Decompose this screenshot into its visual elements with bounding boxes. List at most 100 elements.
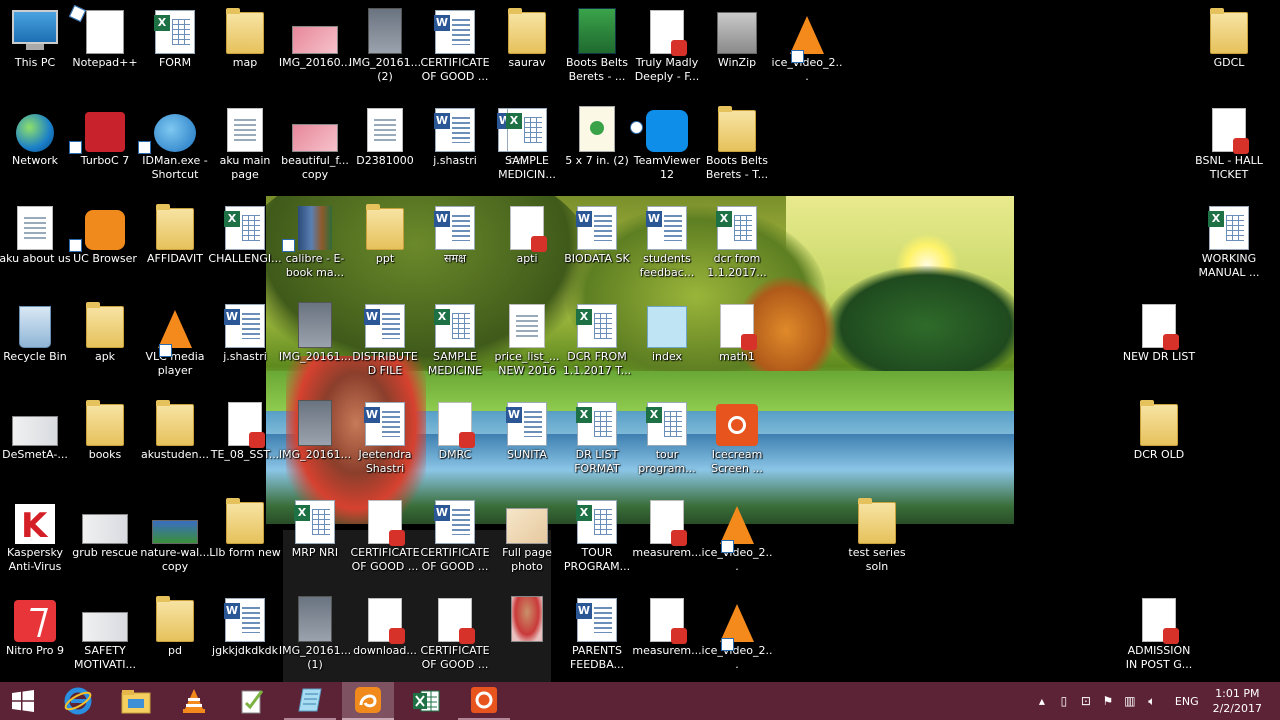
desktop-icon[interactable]: PARENTS FEEDBA...	[562, 592, 632, 688]
desktop-icon[interactable]: 5 x 7 in. (2)	[562, 102, 632, 198]
desktop-icon[interactable]: IMG_20161...	[279, 298, 351, 394]
file-explorer-button[interactable]	[110, 682, 162, 720]
desktop-icon[interactable]: TOUR PROGRAM...	[562, 494, 632, 590]
desktop-icon[interactable]: Icecream Screen ...	[702, 396, 772, 492]
desktop-icon[interactable]: IDMan.exe - Shortcut	[138, 102, 210, 198]
show-hidden-icons-chevron-icon[interactable]: ▴	[1033, 692, 1051, 710]
desktop-icon[interactable]: BIODATA SK	[562, 200, 632, 296]
desktop-icon[interactable]: CERTIFICATE OF GOOD ...	[420, 592, 490, 688]
desktop-icon[interactable]: NEW DR LIST	[1123, 298, 1195, 394]
desktop-icon[interactable]: IMG_20161...	[279, 396, 351, 492]
desktop-icon[interactable]: DCR OLD	[1124, 396, 1194, 492]
desktop-icon[interactable]: tour program...	[632, 396, 702, 492]
desktop-icon[interactable]: Kaspersky Anti-Virus	[0, 494, 70, 590]
desktop-icon[interactable]: IMG_20161... (2)	[349, 4, 421, 100]
desktop-icon[interactable]: nature-wal... copy	[140, 494, 210, 590]
desktop-icon[interactable]: CERTIFICATE OF GOOD ...	[420, 4, 490, 100]
desktop-icon[interactable]: Boots Belts Berets - T...	[702, 102, 772, 198]
desktop-icon[interactable]: beautiful_f... copy	[280, 102, 350, 198]
desktop-icon[interactable]: FORM	[140, 4, 210, 100]
desktop-icon[interactable]: measurem...	[632, 592, 702, 688]
desktop-icon[interactable]: DMRC	[420, 396, 490, 492]
desktop-icon[interactable]: SAMPLE MEDICIN...	[492, 102, 562, 198]
desktop-icon[interactable]: SAMPLE MEDICINE	[420, 298, 490, 394]
desktop-icon[interactable]: map	[210, 4, 280, 100]
desktop-icon[interactable]: apti	[492, 200, 562, 296]
excel-taskbar-button[interactable]	[400, 682, 452, 720]
desktop-icon[interactable]: jgkkjdkdkdk	[210, 592, 280, 688]
desktop-icon[interactable]: Jeetendra Shastri	[350, 396, 420, 492]
icecream-taskbar-button[interactable]	[458, 682, 510, 720]
tray-app-icon[interactable]: ⊡	[1077, 692, 1095, 710]
desktop-icon[interactable]: Notepad++	[70, 4, 140, 100]
desktop-icon[interactable]: Recycle Bin	[0, 298, 70, 394]
desktop-icon[interactable]: Full page photo	[492, 494, 562, 590]
desktop-icon[interactable]: saurav	[492, 4, 562, 100]
uc-browser-taskbar-button[interactable]	[342, 682, 394, 720]
desktop-icon[interactable]: j.shastri	[210, 298, 280, 394]
desktop-icon[interactable]: SUNITA	[492, 396, 562, 492]
action-center-flag-icon[interactable]: ⚑	[1099, 692, 1117, 710]
desktop-icon[interactable]: measurem...	[632, 494, 702, 590]
desktop-icon[interactable]: j.shastri	[420, 102, 490, 198]
input-language-indicator[interactable]: ENG	[1175, 695, 1199, 708]
desktop-icon[interactable]: IMG_20160...	[279, 4, 351, 100]
desktop-icon[interactable]: TeamViewer 12	[630, 102, 702, 198]
desktop-icon[interactable]: ppt	[350, 200, 420, 296]
desktop-icon[interactable]: BSNL - HALL TICKET	[1194, 102, 1264, 198]
network-status-icon[interactable]: ▥	[1121, 692, 1139, 710]
desktop-icon[interactable]: books	[70, 396, 140, 492]
desktop-icon[interactable]	[492, 592, 562, 688]
vlc-taskbar-button[interactable]	[168, 682, 220, 720]
internet-explorer-button[interactable]	[52, 682, 104, 720]
volume-icon[interactable]: 🔈︎	[1143, 692, 1161, 710]
desktop-icon[interactable]: calibre - E-book ma...	[280, 200, 350, 296]
desktop-icon[interactable]: D2381000	[350, 102, 420, 198]
desktop-icon[interactable]: IMG_20161... (1)	[279, 592, 351, 688]
desktop-icon[interactable]: DCR FROM 1.1.2017 T...	[562, 298, 632, 394]
desktop-icon[interactable]: ice_video_2...	[772, 4, 842, 100]
desktop-icon[interactable]: DR LIST FORMAT	[562, 396, 632, 492]
desktop-icon[interactable]: DeSmetA-...	[0, 396, 70, 492]
desktop-icon[interactable]: dcr from 1.1.2017...	[702, 200, 772, 296]
desktop-icon[interactable]: VLC media player	[140, 298, 210, 394]
desktop-icon[interactable]: Llb form new	[209, 494, 281, 590]
tray-app-icon[interactable]: ▯	[1055, 692, 1073, 710]
desktop-icon[interactable]: WORKING MANUAL ...	[1194, 200, 1264, 296]
desktop-icon[interactable]: ice_video_2...	[702, 592, 772, 688]
desktop-icon[interactable]: MRP NRI	[280, 494, 350, 590]
desktop-icon[interactable]: DISTRIBUTED FILE SYSTEM	[350, 298, 420, 394]
desktop-icon[interactable]: Truly Madly Deeply - F...	[632, 4, 702, 100]
desktop-icon[interactable]: TurboC 7	[69, 102, 140, 198]
desktop-icon[interactable]: price_list_... NEW 2016	[492, 298, 562, 394]
desktop-icon[interactable]: AFFIDAVIT	[140, 200, 210, 296]
desktop-icon[interactable]: This PC	[0, 4, 70, 100]
desktop-icon[interactable]: समक्ष	[420, 200, 490, 296]
desktop-icon[interactable]: aku main page	[210, 102, 280, 198]
desktop-icon[interactable]: CERTIFICATE OF GOOD ...	[420, 494, 490, 590]
app-taskbar-button[interactable]	[284, 682, 336, 720]
desktop-icon[interactable]: test series soln	[842, 494, 912, 590]
desktop-icon[interactable]: SAFETY MOTIVATI...	[70, 592, 140, 688]
desktop-icon[interactable]: apk	[70, 298, 140, 394]
desktop-icon[interactable]: Nitro Pro 9	[0, 592, 70, 688]
notepad-plus-plus-taskbar-button[interactable]	[226, 682, 278, 720]
desktop-icon[interactable]: UC Browser	[69, 200, 140, 296]
desktop-icon[interactable]: grub rescue	[70, 494, 140, 590]
desktop-icon[interactable]: WinZip	[702, 4, 772, 100]
desktop-icon[interactable]: CERTIFICATE OF GOOD ...	[350, 494, 420, 590]
desktop-icon[interactable]: Boots Belts Berets - ...	[562, 4, 632, 100]
desktop-icon[interactable]: akustuden...	[140, 396, 210, 492]
desktop-icon[interactable]: pd	[140, 592, 210, 688]
desktop-icon[interactable]: aku about us	[0, 200, 71, 296]
desktop-icon[interactable]: Network	[0, 102, 70, 198]
desktop-icon[interactable]: TE_08_SST...	[210, 396, 280, 492]
desktop-icon[interactable]: math1	[702, 298, 772, 394]
desktop-icon[interactable]: students feedbac...	[632, 200, 702, 296]
desktop-icon[interactable]: index	[632, 298, 702, 394]
desktop-icon[interactable]: download...	[350, 592, 420, 688]
desktop-icon[interactable]: CHALLENGI...	[208, 200, 282, 296]
clock[interactable]: 1:01 PM 2/2/2017	[1213, 686, 1262, 716]
desktop-icon[interactable]: ice_video_2...	[702, 494, 772, 590]
desktop-icon[interactable]: GDCL	[1194, 4, 1264, 100]
